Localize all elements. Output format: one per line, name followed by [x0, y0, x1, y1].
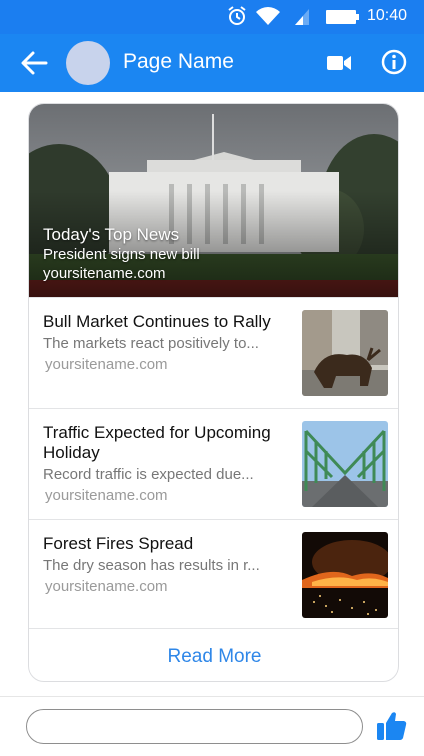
- back-arrow-icon[interactable]: [20, 50, 48, 76]
- page-name[interactable]: Page Name: [123, 50, 234, 74]
- hero-title: Today's Top News: [43, 225, 180, 244]
- forest-fire-image: [302, 532, 388, 618]
- news-card: Today's Top News President signs new bil…: [28, 103, 399, 682]
- item-domain: yoursitename.com: [45, 578, 168, 595]
- item-title: Forest Fires Spread: [43, 534, 194, 553]
- alarm-icon: [228, 6, 246, 25]
- bridge-image: [302, 421, 388, 507]
- item-subtitle: The dry season has results in r...: [43, 557, 260, 574]
- bull-statue-image: [302, 310, 388, 396]
- wifi-icon: [256, 7, 280, 25]
- thumbs-up-icon[interactable]: [375, 709, 409, 743]
- hero-text: Today's Top News President signs new bil…: [43, 225, 200, 283]
- item-domain: yoursitename.com: [45, 356, 168, 373]
- item-domain: yoursitename.com: [45, 487, 168, 504]
- message-input[interactable]: [26, 709, 363, 744]
- hero-domain: yoursitename.com: [43, 265, 166, 282]
- video-call-icon[interactable]: [326, 51, 352, 75]
- signal-icon: [295, 9, 309, 25]
- battery-icon: [326, 10, 359, 24]
- hero-article[interactable]: Today's Top News President signs new bil…: [29, 104, 398, 297]
- avatar[interactable]: [66, 41, 110, 85]
- item-title: Bull Market Continues to Rally: [43, 312, 271, 331]
- status-bar: 10:40: [0, 0, 424, 34]
- list-item[interactable]: Traffic Expected for Upcoming Holiday Re…: [29, 408, 398, 519]
- hero-subtitle: President signs new bill: [43, 246, 200, 263]
- status-time: 10:40: [366, 7, 407, 24]
- chat-header: Page Name: [0, 34, 424, 92]
- item-subtitle: The markets react positively to...: [43, 335, 259, 352]
- info-icon[interactable]: [381, 49, 407, 75]
- compose-divider: [0, 696, 424, 697]
- list-item[interactable]: Forest Fires Spread The dry season has r…: [29, 519, 398, 630]
- item-subtitle: Record traffic is expected due...: [43, 466, 254, 483]
- list-item[interactable]: Bull Market Continues to Rally The marke…: [29, 297, 398, 408]
- read-more-button[interactable]: Read More: [29, 628, 398, 681]
- item-title: Traffic Expected for Upcoming Holiday: [43, 423, 271, 462]
